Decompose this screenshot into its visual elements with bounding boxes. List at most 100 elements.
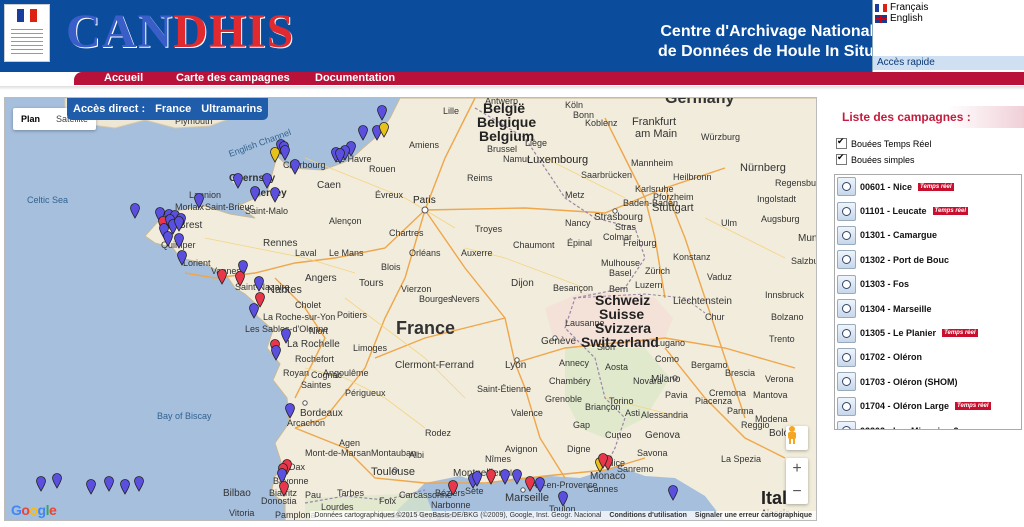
- lang-english[interactable]: English: [875, 13, 923, 24]
- buoy-marker[interactable]: [254, 276, 264, 292]
- buoy-marker[interactable]: [535, 477, 545, 493]
- markers-layer: [36, 105, 678, 507]
- buoy-marker[interactable]: [120, 479, 130, 495]
- buoy-marker[interactable]: [249, 303, 259, 319]
- campaign-item[interactable]: 01301 - Camargue: [835, 224, 1021, 249]
- campaign-map[interactable]: België Belgique Belgium Germany France P…: [4, 97, 817, 521]
- buoy-marker[interactable]: [558, 491, 568, 507]
- site-header: CANDHIS Centre d'Archivage National de D…: [0, 0, 1024, 72]
- lang-french[interactable]: Français: [875, 2, 928, 13]
- campaign-label: 01703 - Oléron (SHOM): [860, 377, 958, 387]
- brand-part2: DHIS: [173, 5, 295, 58]
- buoy-marker[interactable]: [235, 271, 245, 287]
- buoy-icon: [837, 201, 856, 221]
- buoy-marker[interactable]: [270, 147, 280, 163]
- quick-access[interactable]: Accès rapide: [873, 56, 1024, 70]
- buoy-marker[interactable]: [358, 125, 368, 141]
- campaign-item[interactable]: 02202 - Les Minquiers2: [835, 419, 1021, 429]
- google-logo[interactable]: Google: [11, 502, 57, 518]
- buoy-marker[interactable]: [86, 479, 96, 495]
- buoy-marker[interactable]: [36, 476, 46, 492]
- campaign-separator: -: [885, 181, 894, 192]
- campaign-label: 00601 - Nice: [860, 182, 912, 192]
- buoy-marker[interactable]: [250, 186, 260, 202]
- campaign-item[interactable]: 01704 - Oléron Large Temps réel: [835, 395, 1021, 419]
- campaign-code: 01702: [860, 352, 886, 363]
- campaign-code: 01101: [860, 206, 885, 217]
- campaign-separator: -: [885, 303, 894, 314]
- campaign-list[interactable]: 00601 - Nice Temps réel 01101 - Leucate Tem…: [834, 174, 1022, 430]
- campaign-name: Le Planier: [893, 328, 937, 339]
- campaign-name: Marseille: [893, 303, 932, 314]
- site-title: Centre d'Archivage National de Données d…: [600, 22, 874, 62]
- buoy-marker[interactable]: [448, 480, 458, 496]
- campaign-name: Camargue: [893, 230, 938, 241]
- buoy-marker[interactable]: [271, 345, 281, 361]
- direct-link-france[interactable]: France: [155, 103, 191, 115]
- buoy-marker[interactable]: [217, 269, 227, 285]
- buoy-marker[interactable]: [668, 485, 678, 501]
- buoy-marker[interactable]: [177, 250, 187, 266]
- filter-simple-checkbox[interactable]: [836, 152, 847, 165]
- credits-terms[interactable]: Conditions d'utilisation: [609, 512, 687, 519]
- filter-realtime-checkbox[interactable]: [836, 136, 847, 149]
- campaign-name: Oléron (SHOM): [893, 376, 958, 387]
- buoy-marker[interactable]: [233, 173, 243, 189]
- direct-link-ultramarins[interactable]: Ultramarins: [201, 103, 262, 115]
- zoom-control: + −: [786, 458, 808, 504]
- campaign-item[interactable]: 01304 - Marseille: [835, 297, 1021, 322]
- zoom-out-button[interactable]: −: [786, 481, 808, 504]
- campaign-label: 01301 - Camargue: [860, 230, 937, 240]
- map-credits: Données cartographiques ©2015 GeoBasis-D…: [310, 511, 816, 520]
- campaign-separator: -: [885, 352, 894, 363]
- realtime-badge: Temps réel: [955, 402, 991, 411]
- campaign-code: 01304: [860, 303, 886, 314]
- maptype-plan[interactable]: Plan: [13, 108, 48, 130]
- campaign-name: Fos: [893, 279, 910, 290]
- buoy-marker[interactable]: [525, 476, 535, 492]
- zoom-in-button[interactable]: +: [786, 458, 808, 481]
- buoy-marker[interactable]: [262, 173, 272, 189]
- filter-simple[interactable]: Bouées simples: [836, 152, 915, 165]
- buoy-marker[interactable]: [163, 231, 173, 247]
- buoy-marker[interactable]: [174, 233, 184, 249]
- buoy-marker[interactable]: [486, 469, 496, 485]
- buoy-icon: [837, 372, 856, 392]
- buoy-marker[interactable]: [285, 403, 295, 419]
- campaign-item[interactable]: 01305 - Le Planier Temps réel: [835, 321, 1021, 346]
- buoy-marker[interactable]: [500, 469, 510, 485]
- campaign-item[interactable]: 01101 - Leucate Temps réel: [835, 199, 1021, 224]
- buoy-marker[interactable]: [277, 468, 287, 484]
- buoy-marker[interactable]: [134, 476, 144, 492]
- campaign-item[interactable]: 01303 - Fos: [835, 273, 1021, 297]
- nav-carte-campagnes[interactable]: Carte des campagnes: [176, 72, 290, 85]
- buoy-marker[interactable]: [130, 203, 140, 219]
- buoy-marker[interactable]: [279, 481, 289, 497]
- nav-documentation[interactable]: Documentation: [315, 72, 395, 85]
- buoy-marker[interactable]: [104, 476, 114, 492]
- ministry-logo[interactable]: [4, 4, 50, 62]
- buoy-marker[interactable]: [512, 469, 522, 485]
- buoy-icon: [837, 225, 856, 245]
- buoy-marker[interactable]: [194, 193, 204, 209]
- direct-access-bar: Accès direct : France Ultramarins: [67, 98, 269, 120]
- campaign-item[interactable]: 01703 - Oléron (SHOM): [835, 370, 1021, 395]
- buoy-marker[interactable]: [52, 473, 62, 489]
- buoy-marker[interactable]: [377, 105, 387, 121]
- campaign-name: Oléron: [893, 352, 923, 363]
- buoy-marker[interactable]: [270, 187, 280, 203]
- buoy-marker[interactable]: [280, 145, 290, 161]
- realtime-badge: Temps réel: [942, 329, 978, 338]
- campaign-item[interactable]: 01702 - Oléron: [835, 346, 1021, 371]
- brand-logo[interactable]: CANDHIS: [66, 4, 294, 59]
- credits-report[interactable]: Signaler une erreur cartographique: [695, 512, 812, 519]
- pegman-icon[interactable]: [786, 426, 808, 450]
- filter-realtime-label: Bouées Temps Réel: [851, 138, 932, 149]
- buoy-marker[interactable]: [290, 159, 300, 175]
- buoy-marker[interactable]: [379, 122, 389, 138]
- filter-realtime[interactable]: Bouées Temps Réel: [836, 136, 932, 149]
- campaign-item[interactable]: 00601 - Nice Temps réel: [835, 175, 1021, 200]
- buoy-marker[interactable]: [281, 328, 291, 344]
- campaign-item[interactable]: 01302 - Port de Bouc: [835, 248, 1021, 273]
- nav-accueil[interactable]: Accueil: [104, 72, 143, 85]
